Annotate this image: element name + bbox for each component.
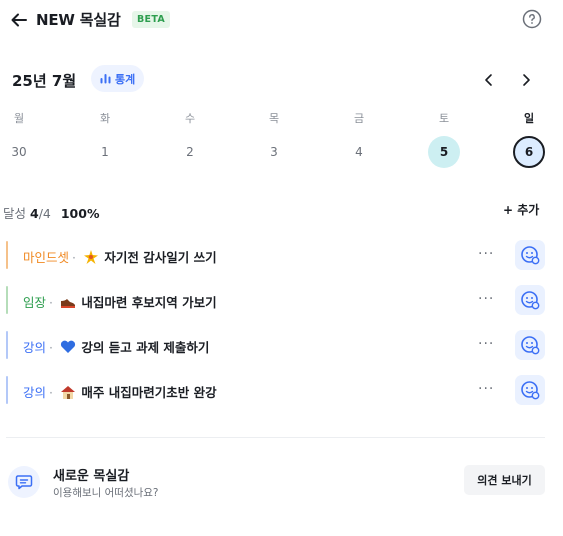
chevron-right-icon[interactable] — [516, 70, 536, 90]
more-options-button[interactable]: ··· — [478, 246, 494, 262]
summary-label: 달성 — [3, 206, 27, 221]
feedback-title: 새로운 목실감 — [53, 469, 130, 484]
smiley-add-icon[interactable] — [515, 375, 545, 405]
achievement-summary: 달성 4/4 100% — [3, 203, 99, 222]
more-options-button[interactable]: ··· — [478, 336, 494, 352]
date-cell[interactable]: 3 — [258, 136, 290, 168]
smiley-add-icon[interactable] — [515, 330, 545, 360]
weekday-sun: 일 — [523, 112, 535, 125]
feedback-subtitle: 이용해보니 어떠셨나요? — [53, 487, 159, 499]
summary-total: /4 — [38, 206, 51, 221]
weekday-tue: 화 — [99, 112, 111, 125]
task-title: 강의 듣고 과제 제출하기 — [81, 340, 210, 355]
task-category: 마인드셋 — [23, 250, 70, 265]
task-category: 강의 — [23, 340, 47, 355]
date-cell[interactable]: 4 — [343, 136, 375, 168]
more-options-button[interactable]: ··· — [478, 381, 494, 397]
shoe-icon — [61, 299, 76, 308]
more-options-button[interactable]: ··· — [478, 291, 494, 307]
task-title: 매주 내집마련기초반 완강 — [81, 385, 217, 400]
date-cell[interactable]: 30 — [3, 136, 35, 168]
separator-dot: · — [72, 250, 76, 265]
separator-dot: · — [49, 385, 53, 400]
task-row[interactable]: 임장 · 내집마련 후보지역 가보기 ··· — [6, 285, 551, 315]
task-category: 강의 — [23, 385, 47, 400]
smiley-add-icon[interactable] — [515, 285, 545, 315]
task-title: 자기전 감사일기 쓰기 — [104, 250, 217, 265]
weekday-fri: 금 — [353, 112, 365, 125]
house-icon — [61, 386, 76, 399]
back-arrow-icon[interactable] — [8, 9, 30, 31]
task-title: 내집마련 후보지역 가보기 — [81, 295, 217, 310]
month-title: 25년 7월 — [12, 72, 77, 90]
task-row[interactable]: 강의 · 강의 듣고 과제 제출하기 ··· — [6, 330, 551, 360]
date-cell-today[interactable]: 6 — [513, 136, 545, 168]
weekday-mon: 월 — [13, 112, 25, 125]
add-button[interactable]: + 추가 — [503, 201, 539, 218]
date-cell-saturday[interactable]: 5 — [428, 136, 460, 168]
blue-heart-icon — [61, 340, 76, 353]
page-title: NEW 목실감 — [36, 11, 121, 29]
task-color-bar — [6, 331, 8, 359]
send-feedback-button[interactable]: 의견 보내기 — [464, 465, 545, 495]
task-row[interactable]: 강의 · 매주 내집마련기초반 완강 ··· — [6, 375, 551, 405]
stats-label: 통계 — [115, 72, 136, 86]
divider — [6, 437, 545, 438]
separator-dot: · — [49, 340, 53, 355]
date-cell[interactable]: 2 — [174, 136, 206, 168]
bar-chart-icon — [100, 74, 111, 84]
help-circle-icon[interactable] — [522, 9, 542, 29]
weekday-sat: 토 — [438, 112, 450, 125]
separator-dot: · — [49, 295, 53, 310]
task-color-bar — [6, 241, 8, 269]
weekday-wed: 수 — [184, 112, 196, 125]
feedback-message-icon — [8, 466, 40, 498]
summary-percent: 100% — [60, 206, 100, 221]
task-category: 임장 — [23, 295, 47, 310]
weekday-thu: 목 — [268, 112, 280, 125]
beta-badge: BETA — [132, 11, 171, 28]
sparkle-icon — [84, 250, 99, 264]
smiley-add-icon[interactable] — [515, 240, 545, 270]
stats-button[interactable]: 통계 — [91, 65, 145, 92]
task-color-bar — [6, 376, 8, 404]
task-row[interactable]: 마인드셋 · 자기전 감사일기 쓰기 ··· — [6, 240, 551, 270]
date-cell[interactable]: 1 — [89, 136, 121, 168]
summary-done: 4 — [30, 206, 39, 221]
task-color-bar — [6, 286, 8, 314]
chevron-left-icon[interactable] — [479, 70, 499, 90]
